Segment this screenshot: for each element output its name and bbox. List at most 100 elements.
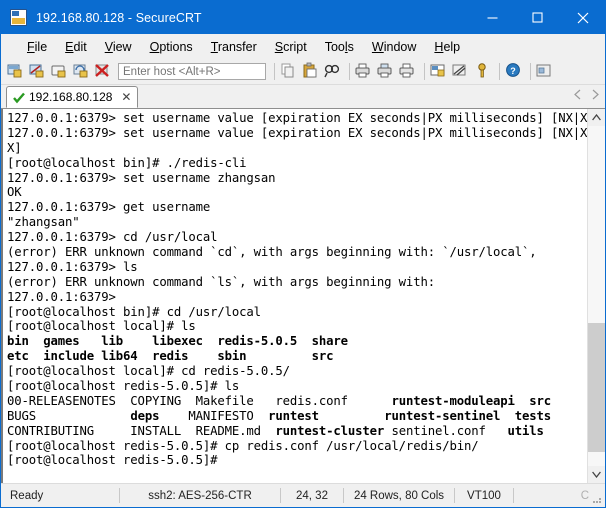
terminal-text: 127.0.0.1:6379> cd /usr/local: [7, 230, 218, 245]
reconnect-icon[interactable]: [72, 62, 93, 82]
print-screen-icon[interactable]: [398, 62, 419, 82]
terminal-text: [root@localhost local]# cd redis-5.0.5/: [7, 364, 290, 379]
toolbar-separator: [530, 63, 531, 80]
status-bar: Ready ssh2: AES-256-CTR 24, 32 24 Rows, …: [1, 483, 605, 507]
menu-item-help[interactable]: Help: [425, 38, 469, 56]
menu-item-file[interactable]: File: [18, 38, 56, 56]
terminal-text: [root@localhost redis-5.0.5]# cp redis.c…: [7, 438, 479, 453]
terminal-line: [root@localhost local]# cd redis-5.0.5/: [7, 364, 587, 379]
window-title: 192.168.80.128 - SecureCRT: [36, 10, 202, 25]
terminal-text: [root@localhost bin]# ./redis-cli: [7, 155, 247, 170]
terminal-dimensions: 24 Rows, 80 Cols: [353, 489, 445, 502]
terminal-text: deps: [130, 408, 160, 423]
menu-item-transfer[interactable]: Transfer: [202, 38, 266, 56]
menu-item-options[interactable]: Options: [141, 38, 202, 56]
terminal-text: runtest-sentinel tests: [318, 408, 552, 423]
key-icon[interactable]: [473, 62, 494, 82]
scroll-up-icon[interactable]: [588, 109, 605, 126]
svg-text:?: ?: [510, 66, 516, 76]
terminal-scrollbar[interactable]: [587, 109, 605, 483]
print-selection-icon[interactable]: [376, 62, 397, 82]
toolbar-separator: [424, 63, 425, 80]
menu-label-file: ile: [34, 39, 48, 54]
maximize-button[interactable]: [515, 1, 560, 34]
terminal-line: 127.0.0.1:6379> set username value [expi…: [7, 111, 587, 126]
securecrt-window: 192.168.80.128 - SecureCRT File Edit Vie…: [0, 0, 606, 508]
terminal-text: 127.0.0.1:6379> ls: [7, 259, 138, 274]
host-input[interactable]: [118, 63, 266, 80]
session-settings-icon[interactable]: [451, 62, 472, 82]
terminal-text: [root@localhost redis-5.0.5]#: [7, 453, 218, 468]
disconnect-icon[interactable]: [94, 62, 115, 82]
scroll-down-icon[interactable]: [588, 466, 605, 483]
emulation-type: VT100: [467, 489, 501, 502]
new-session-icon[interactable]: [6, 62, 27, 82]
terminal-line: bin games lib libexec redis-5.0.5 share: [7, 334, 587, 349]
menu-item-window[interactable]: Window: [363, 38, 425, 56]
paste-icon[interactable]: [301, 62, 322, 82]
help-icon[interactable]: ?: [504, 62, 525, 82]
tab-navigation: [573, 87, 600, 105]
tab-192-168-80-128[interactable]: 192.168.80.128 ✕: [6, 86, 139, 108]
terminal-line: [root@localhost local]# ls: [7, 319, 587, 334]
print-icon[interactable]: [354, 62, 375, 82]
tab-label: 192.168.80.128: [29, 90, 113, 104]
terminal-text: OK: [7, 185, 22, 200]
copy-icon[interactable]: [279, 62, 300, 82]
minimize-button[interactable]: [470, 1, 515, 34]
terminal-line: (error) ERR unknown command `cd`, with a…: [7, 245, 587, 260]
terminal-text: [root@localhost bin]# cd /usr/local: [7, 304, 261, 319]
terminal-text: runtest: [268, 408, 319, 423]
terminal-line: [root@localhost redis-5.0.5]# ls: [7, 379, 587, 394]
session-options-icon[interactable]: [429, 62, 450, 82]
terminal-text: BUGS: [7, 408, 131, 423]
connect-sftp-icon[interactable]: [28, 62, 49, 82]
find-icon[interactable]: [323, 62, 344, 82]
menu-item-script[interactable]: Script: [266, 38, 316, 56]
terminal-line: "zhangsan": [7, 215, 587, 230]
nav-prev-icon[interactable]: [573, 87, 583, 105]
menu-bar: File Edit View Options Transfer Script T…: [1, 34, 605, 59]
terminal-line: [root@localhost redis-5.0.5]#: [7, 453, 587, 468]
menu-item-edit[interactable]: Edit: [56, 38, 96, 56]
terminal-line: 127.0.0.1:6379> set username value [expi…: [7, 126, 587, 141]
window-controls: [470, 1, 605, 34]
terminal-text: X]: [7, 140, 22, 155]
terminal-text: 00-RELEASENOTES COPYING Makefile redis.c…: [7, 393, 392, 408]
cursor-position: 24, 32: [296, 489, 328, 502]
terminal-text: [root@localhost local]# ls: [7, 319, 196, 334]
terminal-output[interactable]: 127.0.0.1:6379> set username value [expi…: [3, 109, 587, 483]
terminal-line: [root@localhost bin]# ./redis-cli: [7, 156, 587, 171]
terminal-text: bin games lib libexec redis-5.0.5 share: [7, 334, 348, 349]
menu-item-view[interactable]: View: [96, 38, 141, 56]
close-button[interactable]: [560, 1, 605, 34]
terminal-text: sentinel.conf: [384, 423, 508, 438]
status-text: Ready: [10, 489, 44, 502]
tab-close-icon[interactable]: ✕: [121, 91, 131, 103]
resize-grip-icon[interactable]: [591, 493, 603, 505]
arrange-icon[interactable]: [535, 62, 556, 82]
nav-next-icon[interactable]: [590, 87, 600, 105]
terminal-text: 127.0.0.1:6379> set username value [expi…: [7, 111, 587, 125]
terminal-text: 127.0.0.1:6379> set username zhangsan: [7, 170, 276, 185]
app-icon: [10, 9, 27, 26]
scrollbar-track[interactable]: [588, 126, 605, 466]
terminal-line: 127.0.0.1:6379> ls: [7, 260, 587, 275]
terminal-text: etc include lib64 redis sbin src: [7, 349, 334, 364]
scrollbar-thumb[interactable]: [588, 323, 605, 453]
terminal-line: 127.0.0.1:6379> set username zhangsan: [7, 171, 587, 186]
terminal-line: BUGS deps MANIFESTO runtest runtest-sent…: [7, 409, 587, 424]
terminal-text: (error) ERR unknown command `ls`, with a…: [7, 274, 435, 289]
terminal-text: runtest-moduleapi src: [391, 393, 552, 408]
toolbar-separator: [349, 63, 350, 80]
menu-item-tools[interactable]: Tools: [316, 38, 363, 56]
terminal-line: X]: [7, 141, 587, 156]
connect-folder-icon[interactable]: [50, 62, 71, 82]
green-check-icon: [13, 91, 25, 104]
terminal-text: 127.0.0.1:6379> get username: [7, 200, 211, 215]
terminal-text: [root@localhost redis-5.0.5]# ls: [7, 379, 240, 394]
tab-bar: 192.168.80.128 ✕: [1, 85, 605, 109]
terminal-text: CONTRIBUTING INSTALL README.md: [7, 423, 276, 438]
terminal-text: 127.0.0.1:6379>: [7, 289, 116, 304]
terminal-line: [root@localhost bin]# cd /usr/local: [7, 305, 587, 320]
